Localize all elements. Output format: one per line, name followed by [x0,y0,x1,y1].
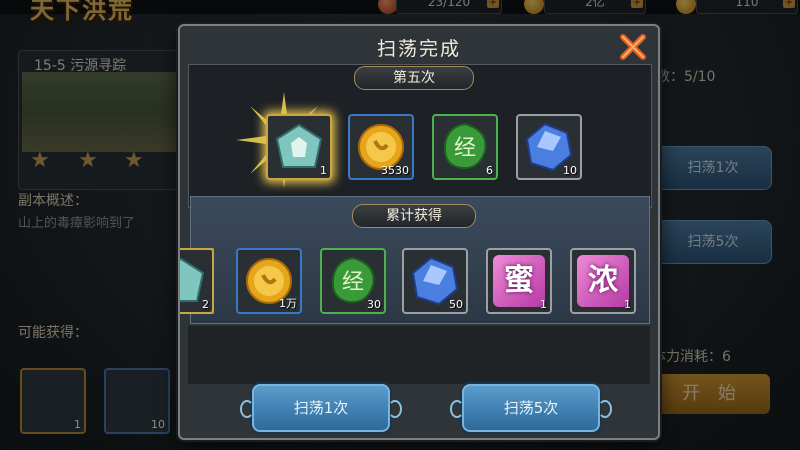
item-count: 3530 [381,164,409,177]
item-count: 1 [540,298,547,311]
total-item-exp[interactable]: 经 30 [320,248,386,314]
close-icon[interactable] [618,32,648,62]
sweep-five-button[interactable]: 扫荡5次 [450,384,612,432]
honey-icon: 蜜 [493,255,545,307]
item-count: 50 [449,298,463,311]
reward-item-exp[interactable]: 经 6 [432,114,498,180]
total-item-thick[interactable]: 浓 1 [570,248,636,314]
total-item-crystal[interactable]: 50 [402,248,468,314]
item-count: 1万 [279,297,297,310]
exp-jade-icon: 经 [443,122,487,170]
armor-icon [275,123,323,168]
item-count: 30 [367,298,381,311]
round-header: 第五次 [354,66,474,90]
total-item-honey[interactable]: 蜜 1 [486,248,552,314]
item-count: 6 [486,164,493,177]
reward-item-crystal[interactable]: 10 [516,114,582,180]
item-count: 1 [624,298,631,311]
reward-item-gold[interactable]: 3530 [348,114,414,180]
dialog-title: 扫荡完成 [376,38,461,60]
sweep-result-dialog: 扫荡完成 第五次 1 3530 经 6 10 累计获得 2 1万 经 30 50… [178,24,660,440]
total-header: 累计获得 [352,204,476,228]
total-item-gold[interactable]: 1万 [236,248,302,314]
jade-glyph: 经 [342,270,364,295]
item-count: 1 [320,164,327,177]
sweep-once-button[interactable]: 扫荡1次 [240,384,402,432]
item-count: 2 [202,298,209,311]
reward-item-armor[interactable]: 1 [266,114,332,180]
thick-icon: 浓 [577,255,629,307]
item-count: 10 [563,164,577,177]
dialog-footer [188,326,650,384]
jade-glyph: 经 [454,136,476,161]
